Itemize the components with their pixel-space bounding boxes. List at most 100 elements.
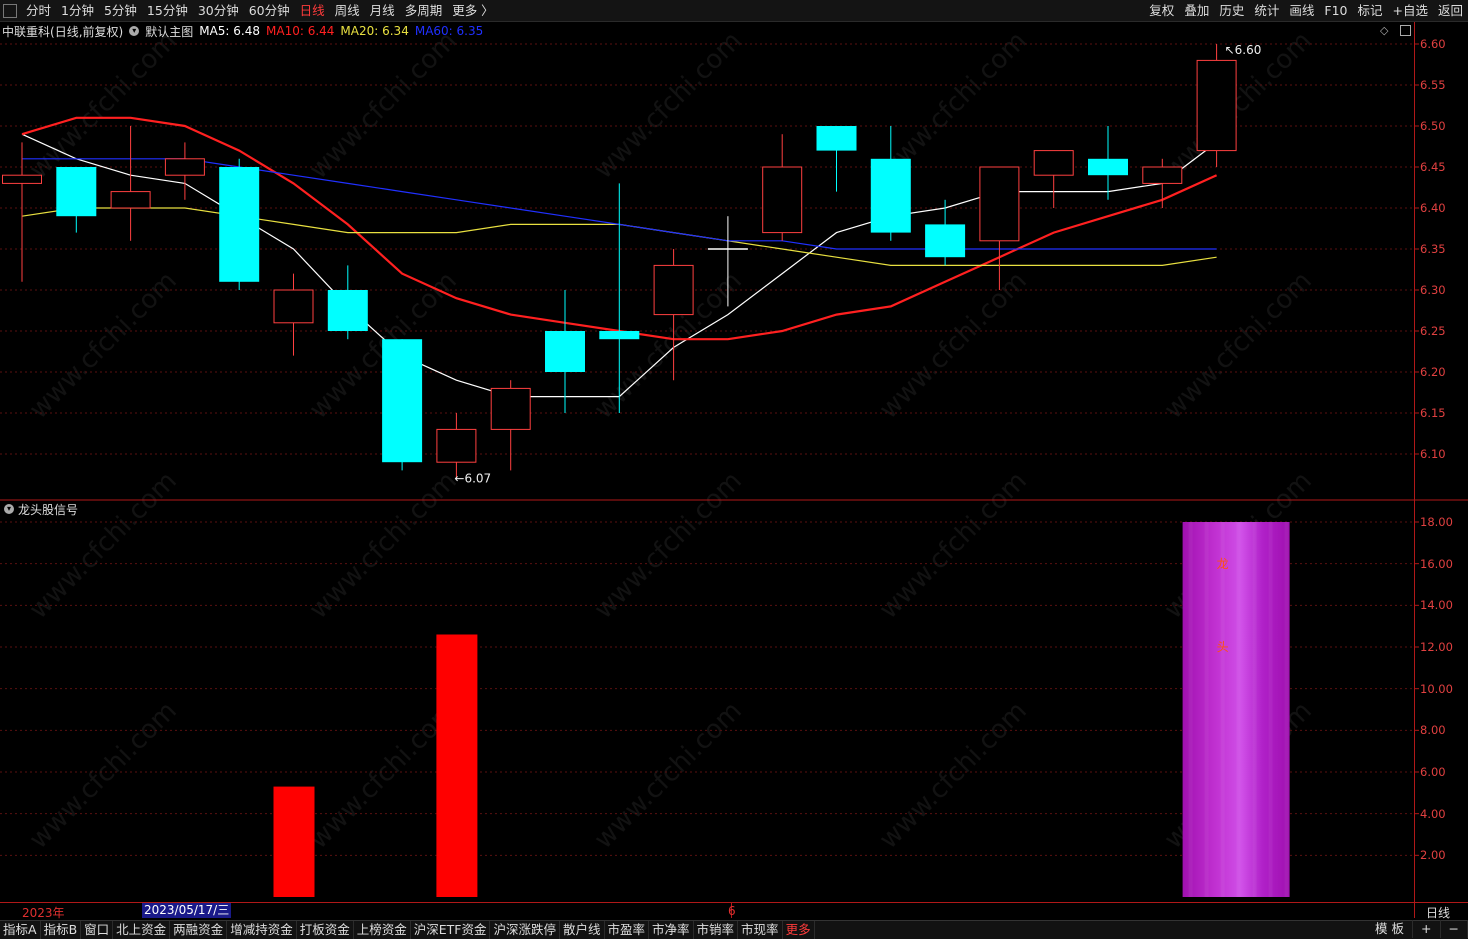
y-tick-label: 6.40 [1420,201,1446,215]
y-tick-label: 6.50 [1420,119,1446,133]
candle [273,273,314,356]
period-label: 日线 [1426,906,1451,920]
bottom-control-button[interactable]: − [1441,920,1468,938]
candle-body [2,174,42,184]
year-label: 2023年 [22,906,65,920]
y-tick-label: 6.10 [1420,447,1446,461]
candle-body [273,289,314,324]
bottom-tab[interactable]: 沪深ETF资金 [411,921,491,939]
y-tick-label: 6.45 [1420,160,1446,174]
bottom-tab[interactable]: 市现率 [738,921,783,939]
signal-stripe [1284,522,1289,897]
candle [816,126,857,192]
price-markers: ↖6.60 ←6.07 [454,43,1261,486]
bottom-control-button[interactable]: + [1413,920,1441,938]
candle-body [164,158,205,176]
watermark-text: www.cfchi.com [589,696,748,855]
y-tick-label: 10.00 [1420,681,1453,696]
signal-bar [273,786,315,897]
dragon-signal-column [1182,522,1290,897]
bottom-tab[interactable]: 两融资金 [170,921,228,939]
bottom-tab-bar: 指标A 指标B 窗口 北上资金 两融资金 增减持资金 打板资金 上榜资金 沪深ETF资金 沪深涨跌… [0,920,1468,939]
candle [56,167,97,233]
y-tick-label: 12.00 [1420,640,1453,654]
watermark-text: www.cfchi.com [24,26,183,185]
bottom-tab[interactable]: 散户线 [560,921,605,939]
bottom-tab[interactable]: 更多 [783,921,815,939]
bottom-tab[interactable]: 市净率 [649,921,694,939]
signal-stripe [1204,522,1209,897]
bottom-tab[interactable]: 市盈率 [605,921,650,939]
candle [762,134,803,241]
y-tick-label: 6.20 [1420,365,1446,379]
watermark-text: www.cfchi.com [874,266,1033,425]
signal-stripe [1188,522,1193,897]
candle [1196,44,1237,167]
candle-body [1196,59,1237,152]
y-tick-label: 6.35 [1420,242,1446,256]
bottom-control-button[interactable]: 模 板 [1367,920,1414,938]
watermark-text: www.cfchi.com [874,466,1033,625]
chart-area[interactable]: www.cfchi.com www.cfchi.com www.cfchi.com w… [0,0,1468,938]
candle-body [653,264,694,316]
candle [1033,150,1074,208]
watermark-text: www.cfchi.com [589,26,748,185]
candle-body [1088,158,1128,176]
watermark-text: www.cfchi.com [304,466,463,625]
signal-label: 龙 [1217,557,1229,571]
y-tick-label: 16.00 [1420,556,1453,571]
candle [382,339,423,471]
bottom-tab[interactable]: 增减持资金 [227,921,297,939]
watermark-text: www.cfchi.com [874,696,1033,855]
y-tick-label: 6.55 [1420,78,1446,92]
candle-body [219,167,260,282]
y-tick-label: 6.15 [1420,406,1446,420]
candle-body [436,428,477,463]
candle [110,126,151,241]
candle [545,290,585,413]
candle-body [816,126,857,151]
candle-body [110,191,151,209]
candle-body [382,339,423,463]
candle-body [545,331,585,372]
bottom-tab[interactable]: 窗口 [81,921,114,939]
y-tick-label: 6.25 [1420,324,1446,338]
indicator-name[interactable]: 龙头股信号 [18,501,78,518]
y-tick-label: 18.00 [1420,515,1453,529]
indicator-title: ▾ 龙头股信号 [4,501,78,517]
candle-body [979,166,1020,242]
signal-stripe [1268,522,1273,897]
high-price-marker: ↖6.60 [1225,43,1262,57]
signal-stripe [1252,522,1257,897]
candle [490,380,531,471]
y-tick-label: 8.00 [1420,723,1446,738]
signal-stripe [1236,522,1241,897]
bottom-tab[interactable]: 北上资金 [113,921,171,939]
bottom-tab[interactable]: 指标B [41,921,82,939]
y-tick-label: 2.00 [1420,848,1446,863]
candle-body [925,224,966,258]
candle [1088,126,1128,200]
signal-stripe [1220,522,1225,897]
month-label: 6 [728,904,736,918]
y-tick-label: 6.00 [1420,765,1446,779]
watermark-text: www.cfchi.com [1159,266,1318,425]
y-tick-label: 14.00 [1420,598,1453,613]
indicator-dropdown-icon[interactable]: ▾ [4,504,14,514]
candle-body [599,331,640,340]
bottom-tab[interactable]: 沪深涨跌停 [490,921,560,939]
bottom-tab[interactable]: 指标A [0,921,41,939]
y-tick-label: 4.00 [1420,806,1446,821]
candle [327,265,368,340]
bottom-tab[interactable]: 市销率 [694,921,739,939]
candle-body [870,158,911,233]
signal-label: 头 [1217,640,1229,654]
candle [219,158,260,290]
bottom-tab[interactable]: 上榜资金 [354,921,411,939]
candle-body [327,290,368,331]
candle-body [1033,150,1074,176]
candle-body [1142,166,1183,184]
bottom-tab[interactable]: 打板资金 [297,921,354,939]
bottom-controls: 模 板 + − [1367,920,1468,938]
candle-body [56,167,97,217]
